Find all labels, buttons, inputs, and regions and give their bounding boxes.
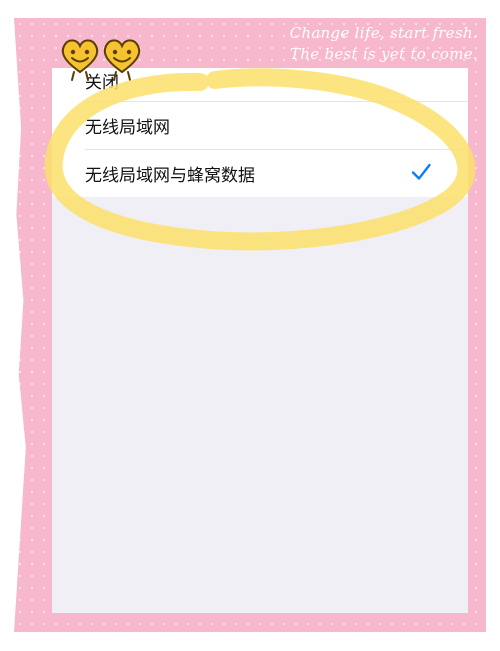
- option-wlan[interactable]: 无线局域网: [52, 101, 468, 149]
- option-label: 无线局域网: [85, 117, 170, 138]
- checkmark-icon: [411, 163, 431, 180]
- option-label: 无线局域网与蜂窝数据: [85, 165, 255, 186]
- smiley-heart-icon: [61, 39, 141, 81]
- phone-screenshot: 关闭 无线局域网 无线局域网与蜂窝数据: [52, 68, 468, 613]
- option-wlan-cellular[interactable]: 无线局域网与蜂窝数据: [52, 149, 468, 197]
- slogan-line-1: Change life, start fresh.: [289, 24, 478, 42]
- option-list: 关闭 无线局域网 无线局域网与蜂窝数据: [52, 68, 468, 197]
- slogan-line-2: The best is yet to come.: [289, 45, 478, 63]
